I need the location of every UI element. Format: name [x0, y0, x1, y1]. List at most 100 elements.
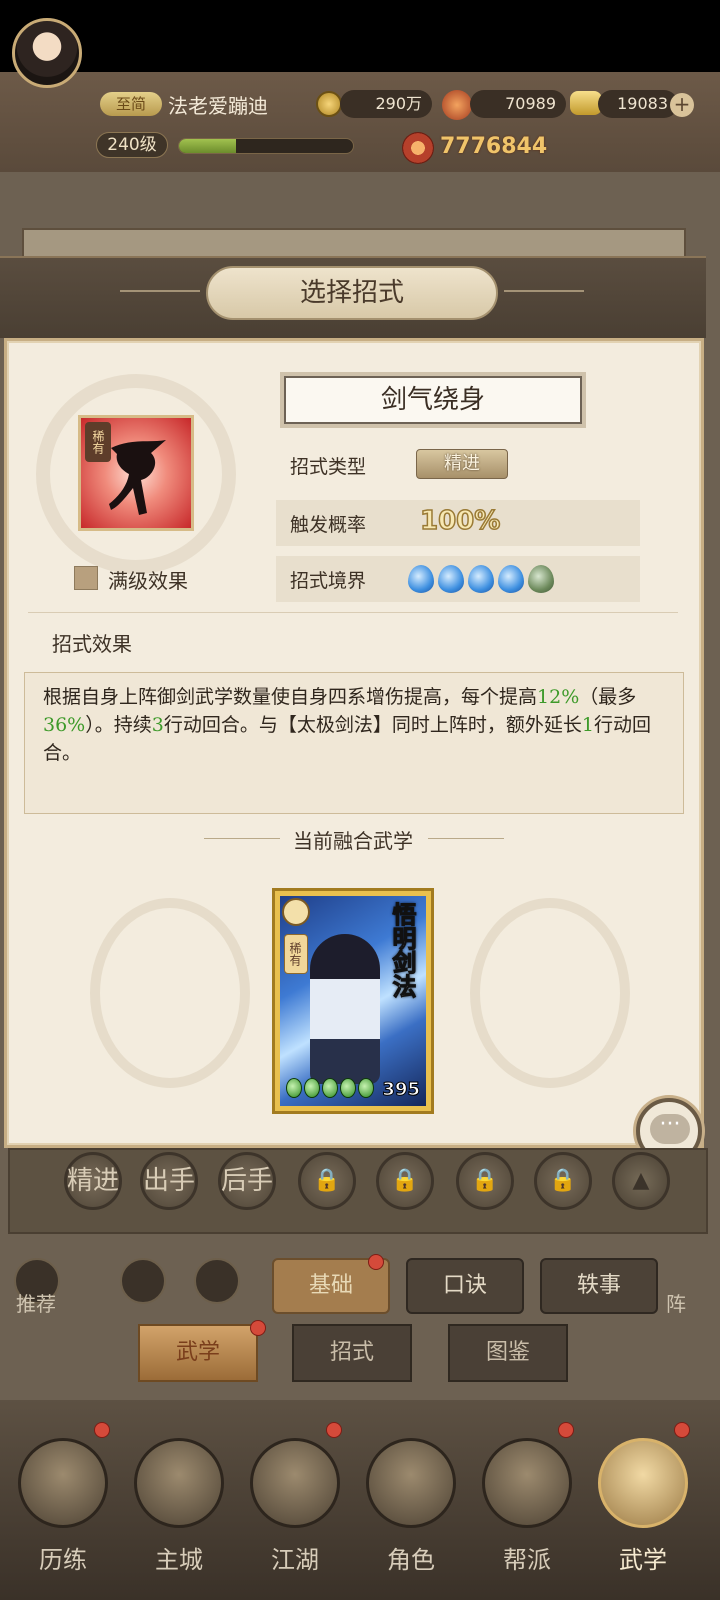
move-type-tag: 精进 [416, 449, 508, 479]
nav-notification-dot [94, 1422, 110, 1438]
formation-label[interactable]: 阵 [666, 1288, 686, 1317]
nav-notification-dot [326, 1422, 342, 1438]
nav-item[interactable]: 武学 [588, 1420, 698, 1590]
decorative-cloud-right [470, 898, 630, 1088]
section-divider [28, 612, 678, 613]
card-stars [286, 1078, 374, 1098]
nav-icon [366, 1438, 456, 1528]
skill-slot-button[interactable]: 精进 [64, 1152, 122, 1210]
skill-slot-button[interactable]: 后手 [218, 1152, 276, 1210]
max-effect-label[interactable]: 满级效果 [108, 565, 188, 594]
card-rarity-badge: 稀有 [284, 934, 308, 974]
martial-notification-dot [250, 1320, 266, 1336]
combat-power: 7776844 [440, 134, 548, 159]
swordsman-silhouette-icon [109, 440, 166, 515]
skill-name: 剑气绕身 [280, 372, 586, 428]
sword-emblem-icon [282, 898, 310, 926]
effect-value: 12% [537, 686, 580, 708]
status-bar [0, 0, 720, 72]
realm-drop-filled-icon [468, 565, 494, 593]
move-type-label: 招式类型 [290, 456, 367, 478]
nav-label: 武学 [619, 1546, 667, 1574]
realm-drop-filled-icon [498, 565, 524, 593]
fused-martial-title: 当前融合武学 [293, 829, 413, 853]
player-avatar[interactable] [12, 18, 82, 88]
nav-item[interactable]: 帮派 [472, 1420, 582, 1590]
effect-description: 根据自身上阵御剑武学数量使自身四系增伤提高，每个提高12%（最多 36%）。持续3… [24, 672, 684, 814]
effect-text: 行动回合。与【太极剑法】同时上阵时，额外延长 [163, 714, 582, 736]
skill-icon: 稀有 [78, 415, 194, 531]
realm-drop-filled-icon [408, 565, 434, 593]
max-effect-checkbox[interactable] [74, 566, 98, 590]
realm-drops [408, 565, 554, 593]
locked-slot-lock-icon[interactable]: 🔒 [376, 1152, 434, 1210]
nav-item[interactable]: 角色 [356, 1420, 466, 1590]
title-ornament-left [120, 290, 200, 292]
card-star-icon [358, 1078, 374, 1098]
title-ornament-right [504, 290, 584, 292]
card-star-icon [340, 1078, 356, 1098]
nav-item[interactable]: 历练 [8, 1420, 118, 1590]
player-name: 法老爱蹦迪 [168, 94, 268, 118]
locked-slot-lock-icon[interactable]: 🔒 [456, 1152, 514, 1210]
ingot-amount: 19083 [598, 90, 678, 118]
effect-text: ）。持续 [85, 714, 152, 736]
expand-up-icon[interactable]: ▲ [612, 1152, 670, 1210]
skill-slot-label: 精进 [67, 1166, 120, 1196]
combat-power-icon [402, 132, 434, 164]
coin-icon [316, 91, 342, 117]
nav-icon [482, 1438, 572, 1528]
xp-bar [178, 138, 354, 154]
effect-value: 36% [43, 714, 86, 736]
nav-label: 帮派 [503, 1546, 551, 1574]
coin-amount: 290万 [340, 90, 432, 118]
effect-text: 根据自身上阵御剑武学数量使自身四系增伤提高，每个提高 [43, 686, 538, 708]
locked-slot-lock-icon[interactable]: 🔒 [298, 1152, 356, 1210]
nav-notification-dot [558, 1422, 574, 1438]
modal-title: 选择招式 [206, 266, 498, 320]
realm-row: 招式境界 [276, 556, 640, 602]
effect-value: 1 [581, 714, 594, 736]
nav-label: 主城 [155, 1546, 203, 1574]
decorative-cloud-left [90, 898, 250, 1088]
tab-formula[interactable]: 口诀 [406, 1258, 524, 1314]
trigger-rate-label: 触发概率 [290, 514, 367, 536]
effect-value: 3 [151, 714, 164, 736]
token-amount: 70989 [470, 90, 566, 118]
card-name: 悟明剑法 [388, 902, 418, 999]
move-type-row: 招式类型 精进 [276, 442, 640, 488]
tab-anecdote[interactable]: 轶事 [540, 1258, 658, 1314]
sword-icon [194, 1258, 240, 1304]
nav-icon [134, 1438, 224, 1528]
skill-slot-button[interactable]: 出手 [140, 1152, 198, 1210]
subnav-notification-dot [368, 1254, 384, 1270]
nav-label: 江湖 [271, 1546, 319, 1574]
nav-icon [18, 1438, 108, 1528]
trigger-rate-value: 100% [419, 505, 501, 537]
skill-slot-label: 出手 [143, 1166, 196, 1196]
nav-item[interactable]: 主城 [124, 1420, 234, 1590]
nav-icon [598, 1438, 688, 1528]
effect-text: （最多 [579, 686, 637, 708]
tab-moves[interactable]: 招式 [292, 1324, 412, 1382]
background-strip [22, 228, 686, 258]
fused-martial-card[interactable]: 稀有 悟明剑法 395 [272, 888, 434, 1114]
xp-bar-fill [179, 139, 237, 153]
locked-slot-lock-icon[interactable]: 🔒 [534, 1152, 592, 1210]
sect-icon [120, 1258, 166, 1304]
card-art: 稀有 悟明剑法 395 [280, 896, 426, 1106]
token-icon [442, 90, 472, 120]
realm-label: 招式境界 [290, 570, 367, 592]
skill-slot-label: 后手 [221, 1166, 274, 1196]
vip-badge: 至简 [100, 92, 162, 116]
nav-label: 历练 [39, 1546, 87, 1574]
nav-item[interactable]: 江湖 [240, 1420, 350, 1590]
realm-drop-filled-icon [438, 565, 464, 593]
card-star-icon [322, 1078, 338, 1098]
tab-martial[interactable]: 武学 [138, 1324, 258, 1382]
tab-catalog[interactable]: 图鉴 [448, 1324, 568, 1382]
realm-drop-empty-icon [528, 565, 554, 593]
add-currency-button[interactable]: + [670, 93, 694, 117]
recommend-label[interactable]: 推荐 [16, 1288, 56, 1317]
nav-notification-dot [674, 1422, 690, 1438]
